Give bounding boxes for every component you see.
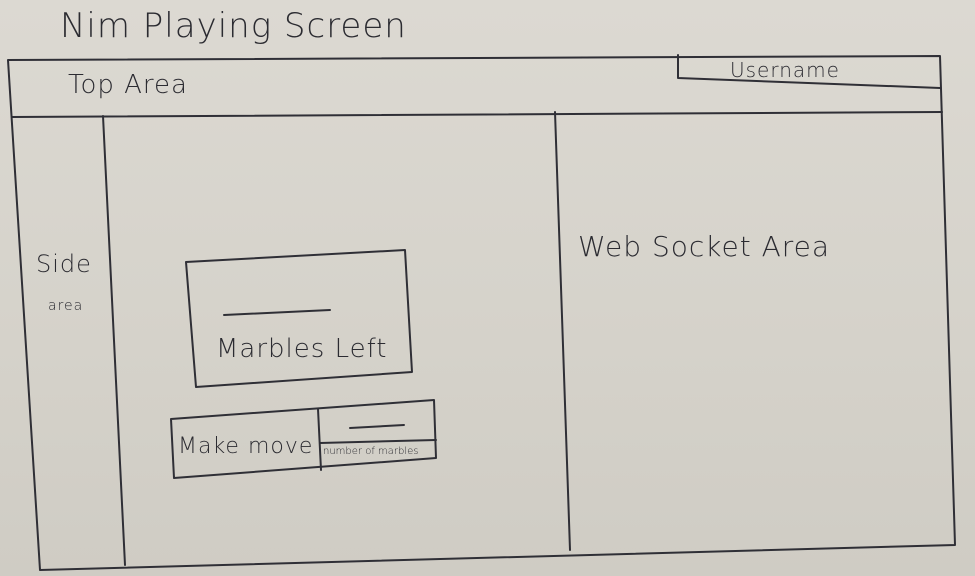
page-title: Nim Playing Screen	[60, 6, 407, 46]
make-move-divider	[317, 408, 322, 471]
number-value-line	[349, 424, 405, 429]
websocket-area-label: Web Socket Area	[578, 230, 831, 263]
websocket-divider	[554, 111, 571, 551]
side-area-divider	[102, 115, 126, 566]
marbles-left-box-outline	[185, 249, 413, 388]
number-of-marbles-caption: number of marbles	[323, 446, 419, 457]
side-area-label: Side	[36, 250, 92, 278]
number-input-line	[319, 439, 437, 444]
top-area-divider	[11, 111, 943, 118]
side-area-label-line2: area	[48, 298, 84, 314]
marbles-left-label: Marbles Left	[216, 334, 388, 364]
make-move-button[interactable]: Make move	[178, 434, 313, 459]
top-area-label: Top Area	[68, 70, 188, 100]
outer-frame	[7, 55, 956, 571]
username-label[interactable]: Username	[730, 58, 840, 82]
marbles-left-value-line	[223, 309, 331, 316]
